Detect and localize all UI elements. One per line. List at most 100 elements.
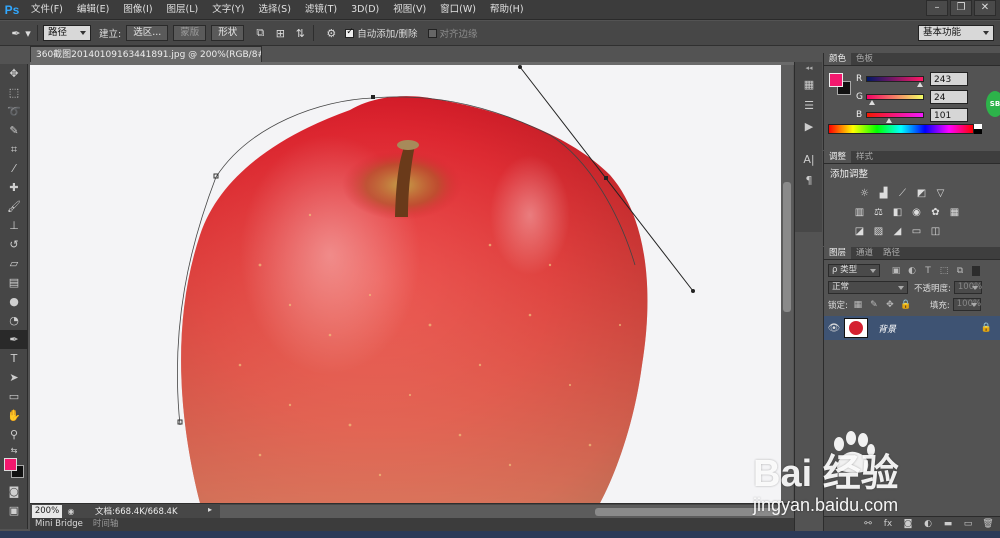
tab-swatches[interactable]: 色板 (851, 53, 878, 65)
pen-tool-icon[interactable]: ✒ (0, 330, 28, 349)
restore-button[interactable]: ❐ (950, 0, 972, 16)
align-edges-checkbox[interactable] (427, 28, 437, 38)
menu-item[interactable]: 帮助(H) (483, 0, 531, 20)
collapse-dock-icon[interactable]: ◂◂ (795, 62, 823, 74)
tab-mini-bridge[interactable]: Mini Bridge (30, 518, 88, 531)
menu-item[interactable]: 选择(S) (251, 0, 297, 20)
photo-filter-icon[interactable]: ◉ (909, 205, 924, 220)
lock-position-icon[interactable]: ✥ (884, 299, 896, 311)
quick-selection-tool-icon[interactable]: ✎ (0, 121, 28, 140)
mask-button[interactable]: 蒙版 (173, 25, 207, 41)
rectangle-tool-icon[interactable]: ▭ (0, 387, 28, 406)
history-brush-tool-icon[interactable]: ↺ (0, 235, 28, 254)
new-layer-icon[interactable]: ▭ (961, 519, 975, 529)
new-group-icon[interactable]: ▬ (941, 519, 955, 529)
red-slider[interactable] (866, 76, 924, 87)
menu-item[interactable]: 图像(I) (116, 0, 159, 20)
exposure-icon[interactable]: ◩ (914, 186, 929, 201)
vibrance-icon[interactable]: ▽ (933, 186, 948, 201)
blend-mode-select[interactable]: 正常 (828, 281, 908, 294)
workspace-select[interactable]: 基本功能 (918, 25, 994, 41)
lock-image-icon[interactable]: ✎ (868, 299, 880, 311)
marquee-tool-icon[interactable]: ⬚ (0, 83, 28, 102)
tab-timeline[interactable]: 时间轴 (88, 518, 124, 531)
blue-slider-thumb[interactable] (886, 118, 893, 123)
proof-icon[interactable]: ◉ (65, 505, 77, 517)
selective-color-icon[interactable]: ◫ (928, 224, 943, 239)
tab-channels[interactable]: 通道 (851, 247, 878, 259)
menu-item[interactable]: 编辑(E) (70, 0, 116, 20)
opacity-input[interactable]: 100% (953, 281, 982, 294)
pen-tool-preset-icon[interactable]: ✒ (8, 25, 24, 41)
gradient-map-icon[interactable]: ▭ (909, 224, 924, 239)
filter-adjustment-icon[interactable]: ◐ (906, 265, 918, 277)
brush-tool-icon[interactable]: 🖌 (0, 197, 28, 216)
hand-tool-icon[interactable]: ✋ (0, 406, 28, 425)
link-layers-icon[interactable]: ⚯ (861, 519, 875, 529)
filter-toggle[interactable] (972, 265, 980, 276)
lock-all-icon[interactable]: 🔒 (900, 299, 912, 311)
add-mask-icon[interactable]: ◙ (901, 519, 915, 529)
type-tool-icon[interactable]: T (0, 349, 28, 368)
direction-handle[interactable] (518, 65, 522, 69)
curves-icon[interactable]: ⟋ (895, 186, 910, 201)
eyedropper-tool-icon[interactable]: ⁄ (0, 159, 28, 178)
actions-panel-icon[interactable]: ▶ (795, 116, 823, 137)
healing-brush-tool-icon[interactable]: ✚ (0, 178, 28, 197)
status-menu-arrow-icon[interactable]: ▸ (208, 505, 212, 514)
properties-panel-icon[interactable]: ☰ (795, 95, 823, 116)
path-operations-icon[interactable]: ⧉ (252, 25, 268, 41)
clone-stamp-tool-icon[interactable]: ⊥ (0, 216, 28, 235)
menu-item[interactable]: 文件(F) (24, 0, 70, 20)
color-lookup-icon[interactable]: ▦ (947, 205, 962, 220)
posterize-icon[interactable]: ▨ (871, 224, 886, 239)
red-value-input[interactable]: 243 (930, 72, 968, 86)
panel-foreground-color[interactable] (829, 73, 843, 87)
menu-item[interactable]: 3D(D) (344, 0, 386, 20)
zoom-tool-icon[interactable]: ⚲ (0, 425, 28, 444)
filter-pixel-icon[interactable]: ▣ (890, 265, 902, 277)
layer-filter-select[interactable]: ρ 类型 (828, 264, 880, 277)
lock-transparent-icon[interactable]: ▦ (852, 299, 864, 311)
hue-saturation-icon[interactable]: ▥ (852, 205, 867, 220)
path-arrangement-icon[interactable]: ⇅ (292, 25, 308, 41)
layer-row[interactable]: 👁 背景 🔒 (824, 316, 1000, 340)
blur-tool-icon[interactable]: ● (0, 292, 28, 311)
path-alignment-icon[interactable]: ⊞ (272, 25, 288, 41)
lasso-tool-icon[interactable]: ➰ (0, 102, 28, 121)
tab-adjustments[interactable]: 调整 (824, 151, 852, 163)
new-adjustment-icon[interactable]: ◐ (921, 519, 935, 529)
mode-select[interactable]: 路径 (43, 25, 91, 41)
default-colors-icon[interactable]: ⇆ (0, 444, 28, 456)
menu-item[interactable]: 文字(Y) (205, 0, 251, 20)
layer-name[interactable]: 背景 (878, 322, 896, 335)
eraser-tool-icon[interactable]: ▱ (0, 254, 28, 273)
chevron-down-icon[interactable]: ▾ (24, 25, 32, 41)
layer-style-icon[interactable]: fx (881, 519, 895, 529)
menu-item[interactable]: 图层(L) (160, 0, 206, 20)
gear-icon[interactable]: ⚙ (323, 25, 339, 41)
character-panel-icon[interactable]: A| (795, 149, 823, 170)
color-balance-icon[interactable]: ⚖ (871, 205, 886, 220)
blue-slider[interactable] (866, 112, 924, 123)
red-slider-thumb[interactable] (917, 82, 924, 87)
black-swatch[interactable] (974, 129, 982, 134)
filter-shape-icon[interactable]: ⬚ (938, 265, 950, 277)
tab-layers[interactable]: 图层 (824, 247, 852, 259)
foreground-color-swatch[interactable] (4, 458, 17, 471)
zoom-level[interactable]: 200% (32, 504, 62, 518)
move-tool-icon[interactable]: ✥ (0, 64, 28, 83)
dodge-tool-icon[interactable]: ◔ (0, 311, 28, 330)
selection-button[interactable]: 选区... (126, 25, 169, 41)
horizontal-scrollbar[interactable] (220, 505, 794, 518)
vertical-scroll-thumb[interactable] (783, 182, 791, 312)
direction-handle[interactable] (691, 289, 695, 293)
green-value-input[interactable]: 24 (930, 90, 968, 104)
document-canvas[interactable] (30, 65, 781, 503)
shape-button[interactable]: 形状 (211, 25, 245, 41)
close-button[interactable]: ✕ (974, 0, 996, 16)
menu-item[interactable]: 窗口(W) (433, 0, 483, 20)
threshold-icon[interactable]: ◢ (890, 224, 905, 239)
document-tab[interactable]: 360截图20140109163441891.jpg @ 200%(RGB/8#… (30, 46, 262, 63)
fill-input[interactable]: 100% (952, 298, 981, 311)
